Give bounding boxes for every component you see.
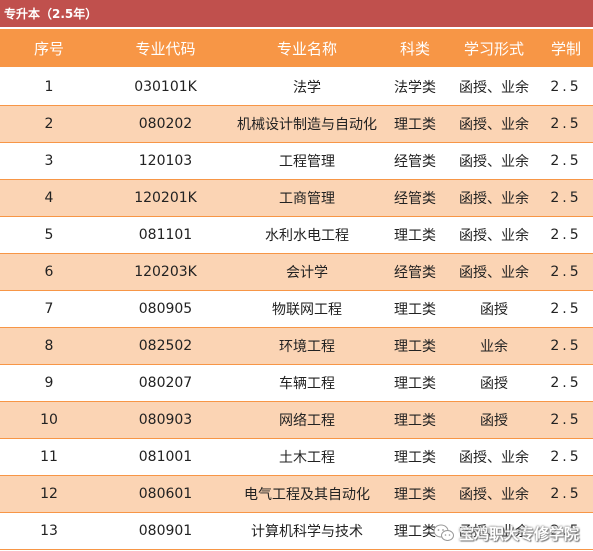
table-row: 4 120201K 工商管理 经管类 函授、业余 2.5 [0,179,593,217]
row-index: 2 [0,105,98,143]
table-row: 7 080905 物联网工程 理工类 函授 2.5 [0,290,593,328]
row-index: 3 [0,142,98,180]
row-study-mode: 函授、业余 [449,142,539,180]
row-study-mode: 函授 [449,401,539,439]
row-study-mode: 函授 [449,364,539,402]
row-study-mode: 函授、业余 [449,105,539,143]
row-code: 080901 [98,512,233,550]
table-row: 12 080601 电气工程及其自动化 理工类 函授、业余 2.5 [0,475,593,513]
table-title: 专升本（2.5年） [0,0,593,28]
table-row: 10 080903 网络工程 理工类 函授 2.5 [0,401,593,439]
watermark: 宝鸡职大专修学院 [433,521,579,545]
row-duration: 2.5 [539,216,593,254]
header-row: 序号 专业代码 专业名称 科类 学习形式 学制 [0,29,593,69]
row-major-name: 机械设计制造与自动化 [233,105,381,143]
row-index: 4 [0,179,98,217]
row-duration: 2.5 [539,438,593,476]
row-duration: 2.5 [539,290,593,328]
row-index: 13 [0,512,98,550]
row-category: 理工类 [381,327,449,365]
header-duration: 学制 [539,29,593,69]
row-index: 8 [0,327,98,365]
row-category: 经管类 [381,253,449,291]
program-table: 序号 专业代码 专业名称 科类 学习形式 学制 1 030101K 法学 法学类 函授、… [0,29,593,550]
row-category: 经管类 [381,142,449,180]
row-category: 理工类 [381,105,449,143]
row-code: 120201K [98,179,233,217]
row-category: 理工类 [381,364,449,402]
header-code: 专业代码 [98,29,233,69]
row-category: 理工类 [381,216,449,254]
row-category: 理工类 [381,401,449,439]
header-category: 科类 [381,29,449,69]
row-duration: 2.5 [539,364,593,402]
row-code: 030101K [98,68,233,106]
header-mode: 学习形式 [449,29,539,69]
row-category: 理工类 [381,290,449,328]
row-category: 法学类 [381,68,449,106]
row-major-name: 物联网工程 [233,290,381,328]
row-duration: 2.5 [539,105,593,143]
table-row: 6 120203K 会计学 经管类 函授、业余 2.5 [0,253,593,291]
row-study-mode: 业余 [449,327,539,365]
wechat-icon [433,524,454,541]
row-duration: 2.5 [539,475,593,513]
table-row: 5 081101 水利水电工程 理工类 函授、业余 2.5 [0,216,593,254]
row-code: 080207 [98,364,233,402]
header-name: 专业名称 [233,29,381,69]
row-study-mode: 函授 [449,290,539,328]
table-row: 9 080207 车辆工程 理工类 函授 2.5 [0,364,593,402]
row-duration: 2.5 [539,327,593,365]
table-row: 2 080202 机械设计制造与自动化 理工类 函授、业余 2.5 [0,105,593,143]
row-major-name: 网络工程 [233,401,381,439]
row-code: 080903 [98,401,233,439]
row-duration: 2.5 [539,253,593,291]
row-code: 080905 [98,290,233,328]
row-major-name: 环境工程 [233,327,381,365]
row-index: 1 [0,68,98,106]
row-duration: 2.5 [539,179,593,217]
row-duration: 2.5 [539,142,593,180]
row-code: 081101 [98,216,233,254]
row-major-name: 电气工程及其自动化 [233,475,381,513]
row-code: 120203K [98,253,233,291]
row-code: 080202 [98,105,233,143]
row-index: 7 [0,290,98,328]
row-study-mode: 函授、业余 [449,68,539,106]
row-duration: 2.5 [539,401,593,439]
row-study-mode: 函授、业余 [449,475,539,513]
row-major-name: 计算机科学与技术 [233,512,381,550]
row-index: 9 [0,364,98,402]
row-major-name: 车辆工程 [233,364,381,402]
table-row: 3 120103 工程管理 经管类 函授、业余 2.5 [0,142,593,180]
row-major-name: 土木工程 [233,438,381,476]
row-major-name: 会计学 [233,253,381,291]
row-study-mode: 函授、业余 [449,438,539,476]
row-major-name: 工程管理 [233,142,381,180]
watermark-text: 宝鸡职大专修学院 [458,524,579,543]
row-code: 080601 [98,475,233,513]
header-index: 序号 [0,29,98,69]
row-study-mode: 函授、业余 [449,179,539,217]
row-index: 11 [0,438,98,476]
row-index: 12 [0,475,98,513]
table-row: 11 081001 土木工程 理工类 函授、业余 2.5 [0,438,593,476]
row-study-mode: 函授、业余 [449,216,539,254]
row-major-name: 水利水电工程 [233,216,381,254]
row-index: 10 [0,401,98,439]
row-category: 理工类 [381,475,449,513]
row-code: 081001 [98,438,233,476]
table-row: 8 082502 环境工程 理工类 业余 2.5 [0,327,593,365]
row-study-mode: 函授、业余 [449,253,539,291]
row-index: 5 [0,216,98,254]
row-major-name: 法学 [233,68,381,106]
row-index: 6 [0,253,98,291]
row-category: 经管类 [381,179,449,217]
row-duration: 2.5 [539,68,593,106]
row-major-name: 工商管理 [233,179,381,217]
table-row: 1 030101K 法学 法学类 函授、业余 2.5 [0,68,593,106]
row-category: 理工类 [381,438,449,476]
row-code: 082502 [98,327,233,365]
row-code: 120103 [98,142,233,180]
